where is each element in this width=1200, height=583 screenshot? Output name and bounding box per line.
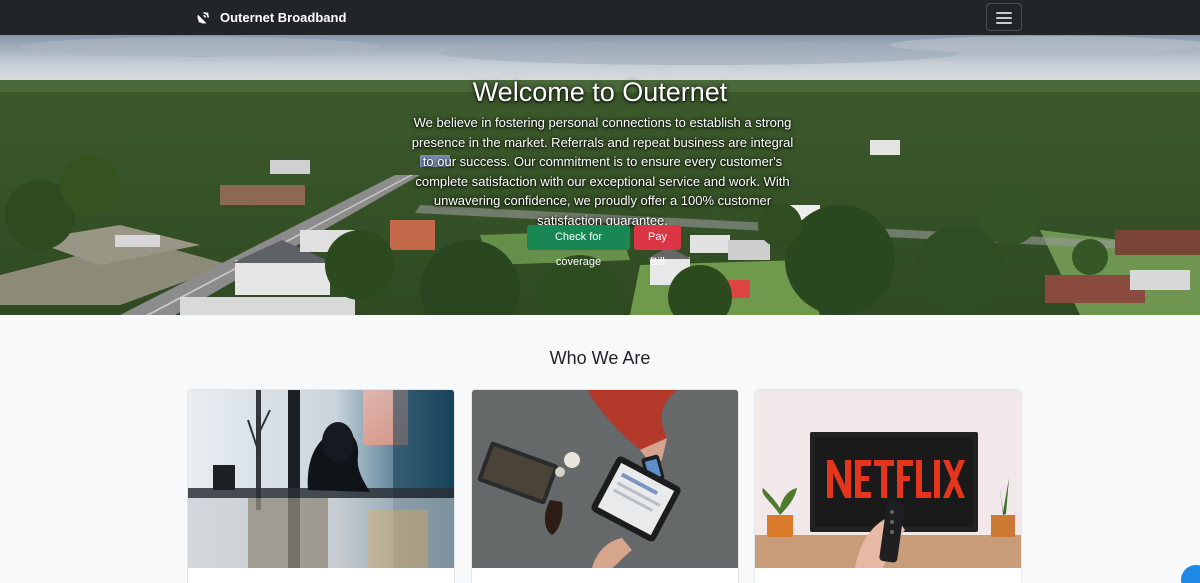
pay-bill-button[interactable]: Pay Bill [634,225,681,268]
navbar-toggle-button[interactable] [986,3,1022,31]
person-working-at-desk-silhouette [188,390,454,568]
check-coverage-button[interactable]: Check for coverage [527,225,630,268]
chat-widget-button[interactable] [1181,565,1200,583]
brand-link[interactable]: Outernet Broadband [196,9,346,26]
remote-streaming-tv [755,390,1021,568]
section-title-who-we-are: Who We Are [549,348,651,368]
satellite-dish-icon [197,12,209,24]
hamburger-menu-icon [996,17,1012,19]
top-navbar: Outernet Broadband [0,0,1200,35]
about-card-2 [471,389,739,583]
hero-description: We believe in fostering personal connect… [411,115,794,228]
tablet-payment-on-table [472,390,738,568]
hamburger-menu-icon [996,22,1012,24]
about-card-1 [187,389,455,583]
brand-name: Outernet Broadband [220,10,347,25]
hero-banner: Welcome to Outernet We believe in foster… [0,35,1200,315]
hero-title: Welcome to Outernet [472,77,728,107]
about-card-3 [754,389,1022,583]
hamburger-menu-icon [996,12,1012,14]
